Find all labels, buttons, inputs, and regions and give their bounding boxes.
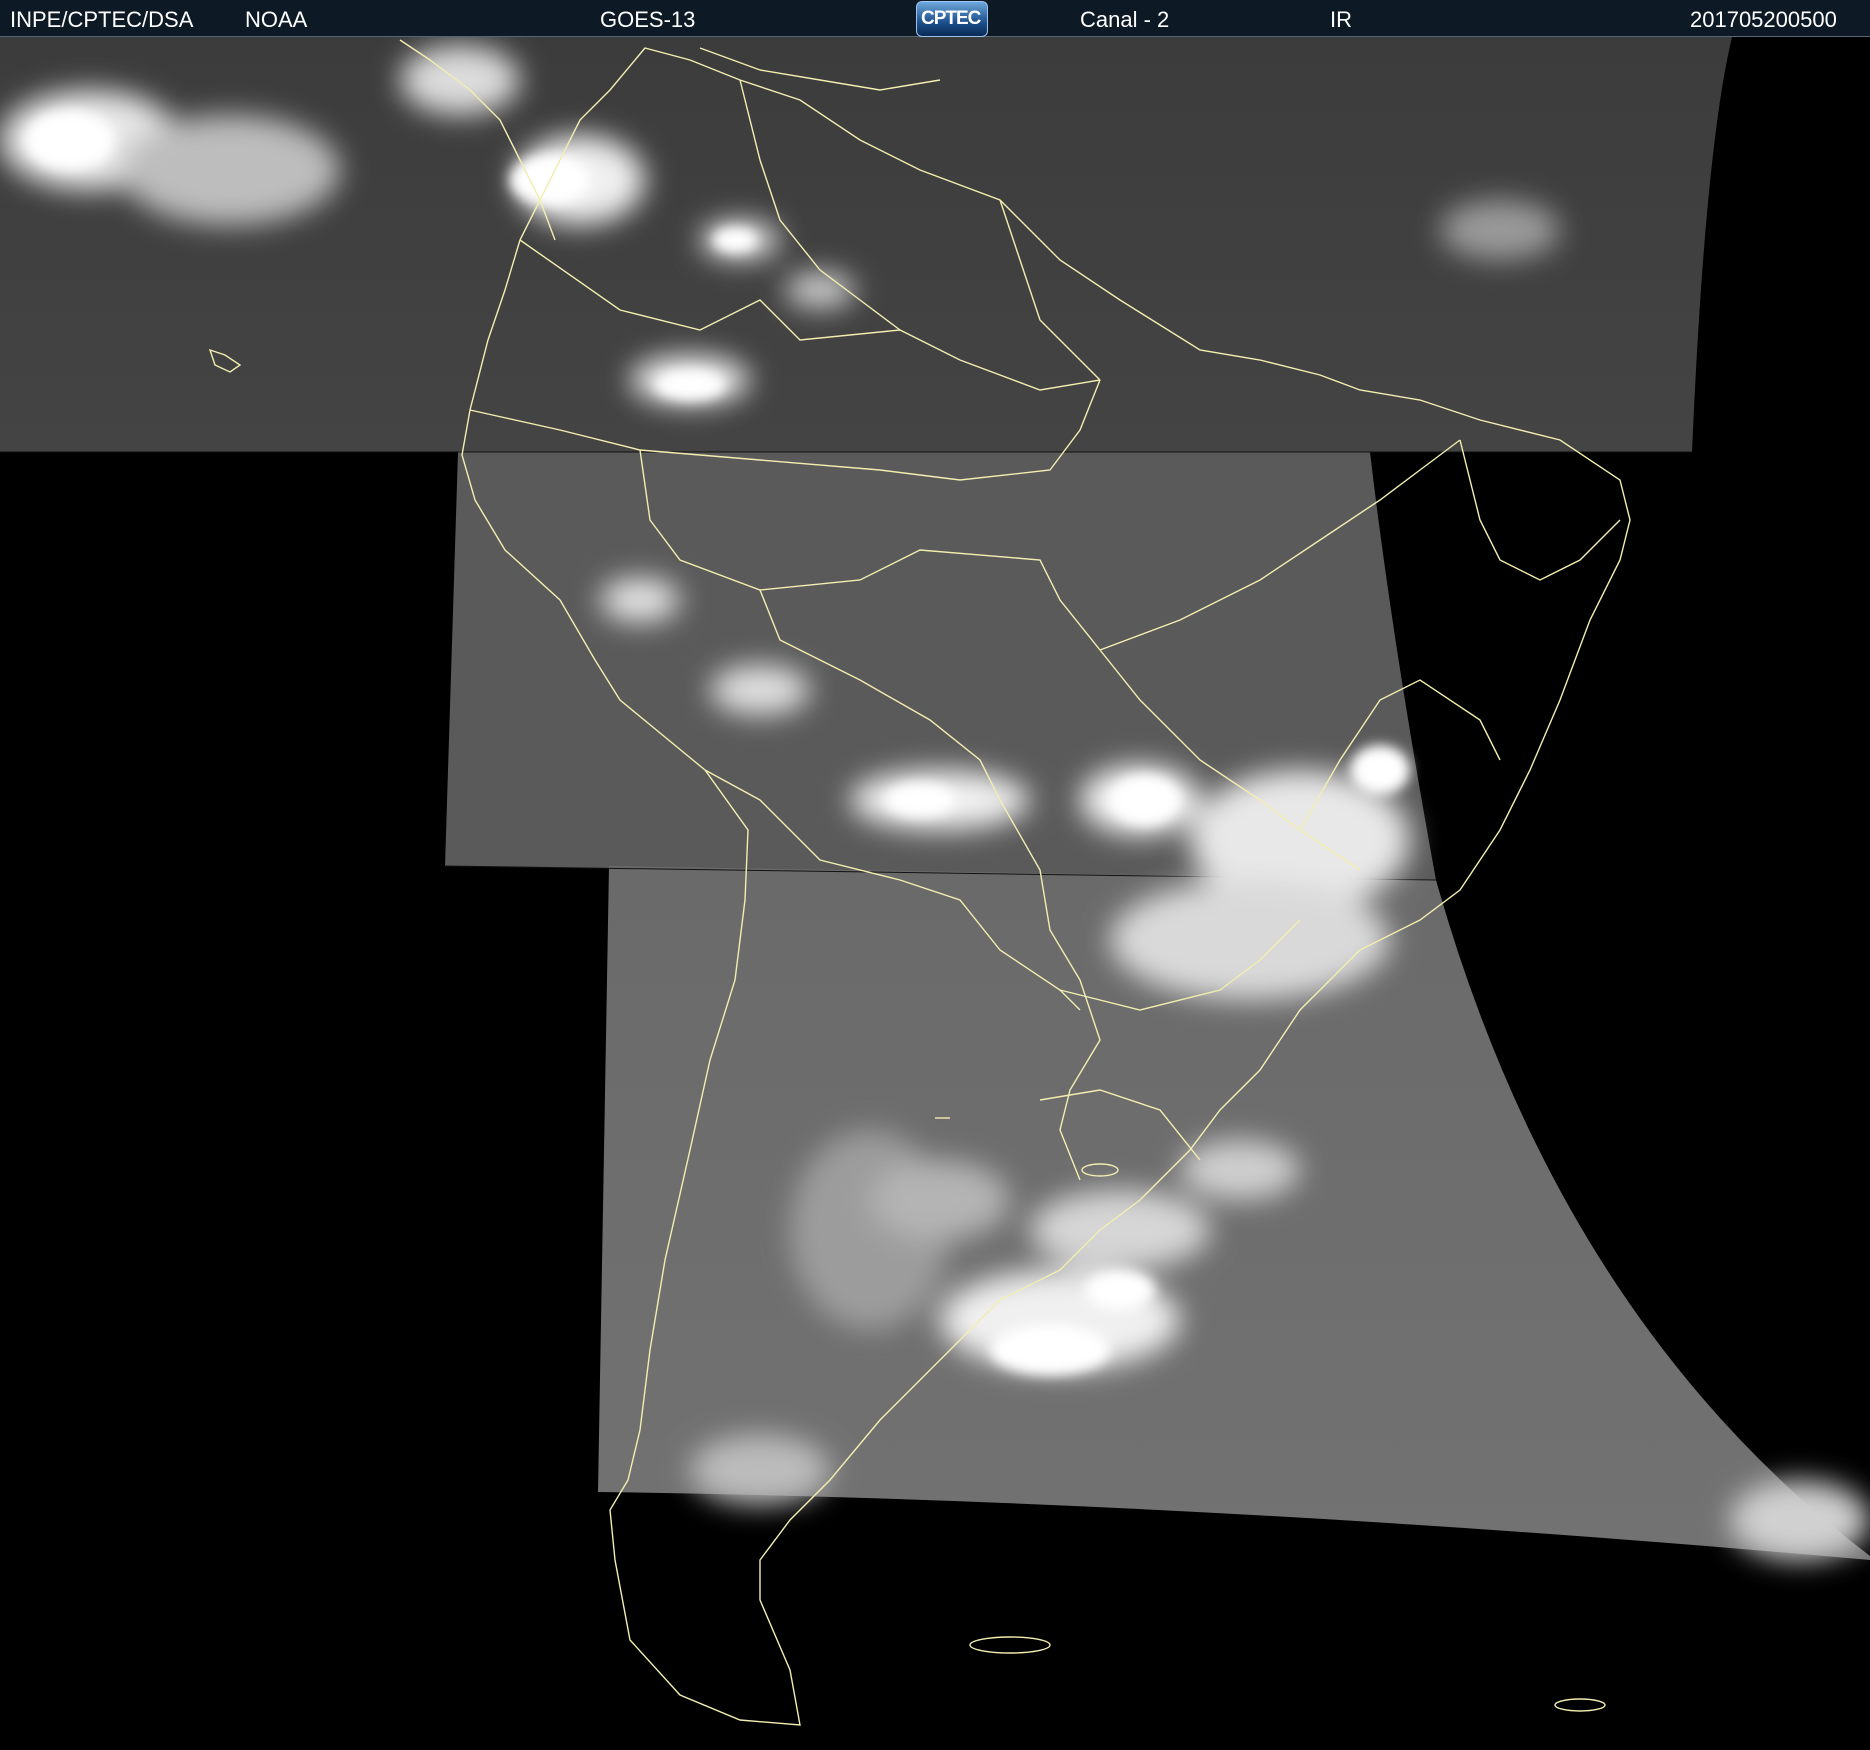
cptec-logo: CPTEC xyxy=(916,1,988,37)
timestamp-label: 201705200500 xyxy=(1690,7,1837,32)
logo-text: CPTEC xyxy=(921,8,981,29)
channel-label: Canal - 2 xyxy=(1080,7,1170,32)
partner-label: NOAA xyxy=(245,7,308,32)
agency-label: INPE/CPTEC/DSA xyxy=(10,7,194,32)
satellite-image xyxy=(0,37,1870,1750)
header-bar: INPE/CPTEC/DSA NOAA GOES-13 CPTEC Canal … xyxy=(0,0,1870,37)
band-label: IR xyxy=(1330,7,1352,32)
satellite-label: GOES-13 xyxy=(600,7,696,32)
